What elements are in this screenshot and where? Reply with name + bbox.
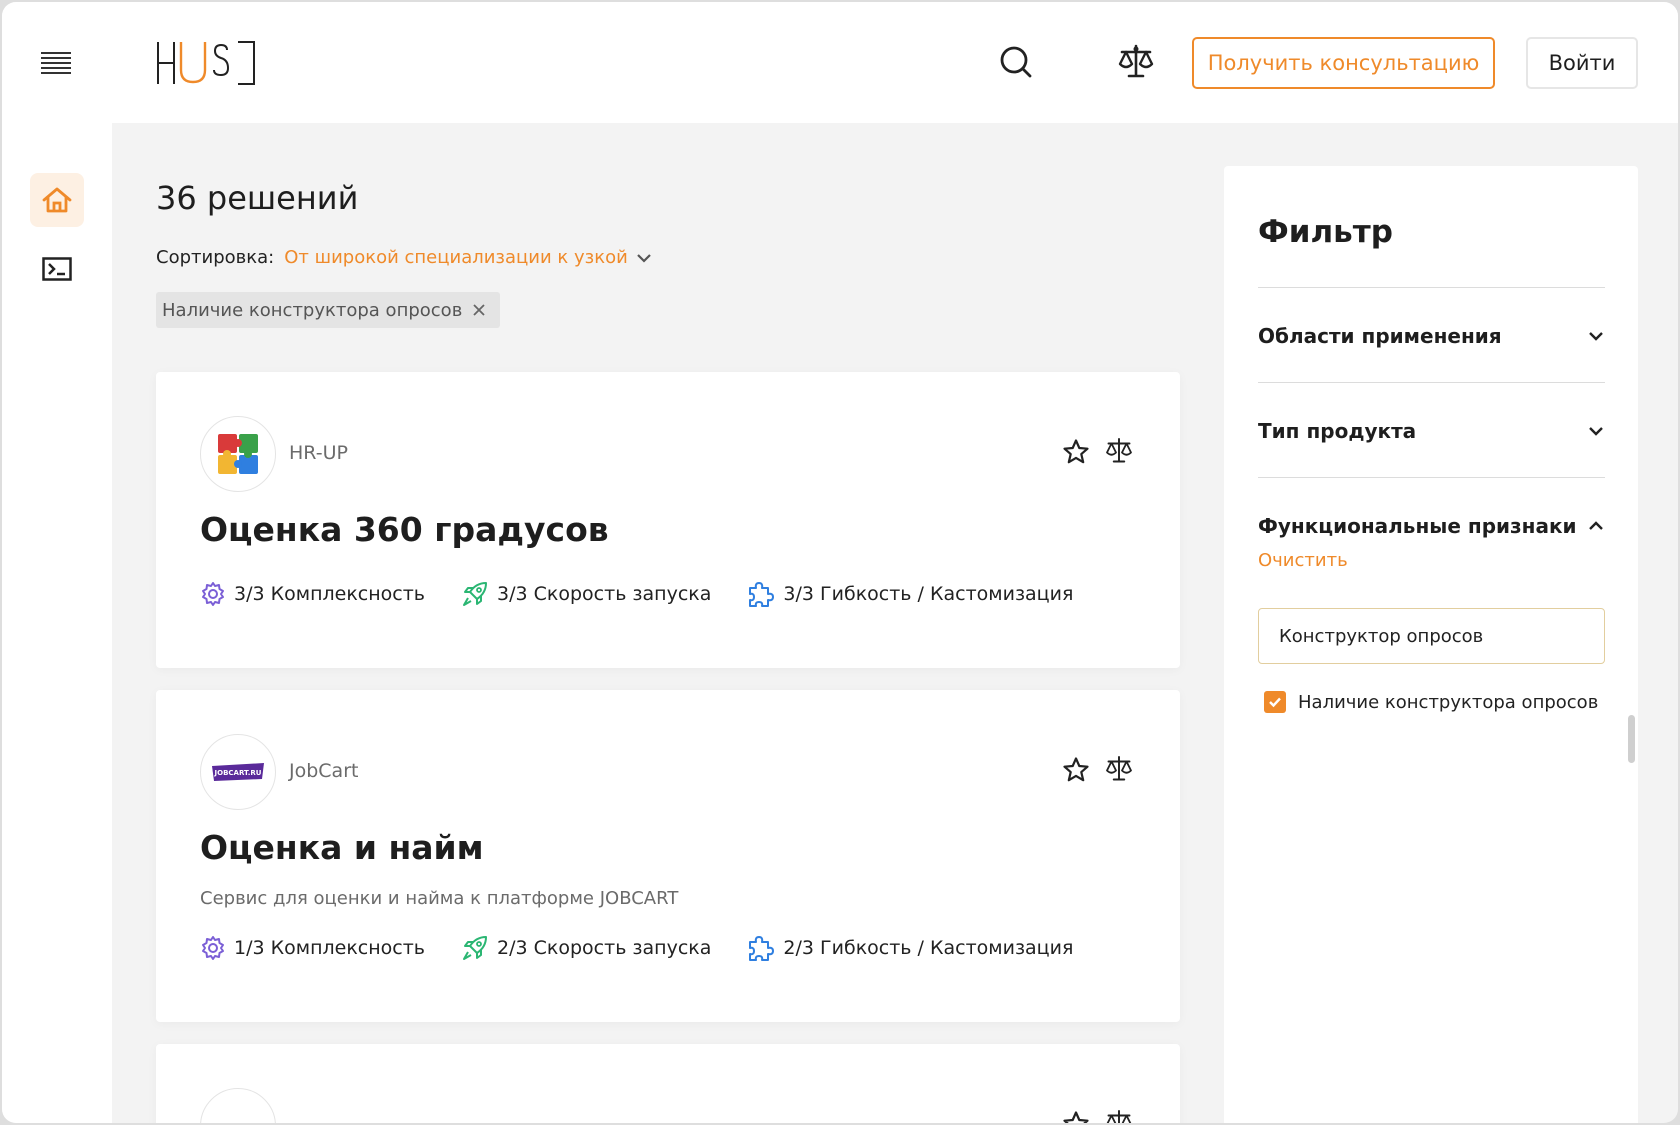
metric-text: 2/3 Гибкость / Кастомизация [783, 937, 1074, 959]
favorite-star-icon[interactable] [1062, 438, 1090, 466]
solution-card[interactable]: HR-UP Оценка 360 градусов 3/3 Комплексно… [156, 372, 1180, 668]
solution-title[interactable]: Оценка 360 градусов [200, 510, 609, 549]
solution-card[interactable]: JOBCART.RU JobCart Оценка и найм Сервис … [156, 690, 1180, 1022]
vendor-logo [200, 416, 276, 492]
rocket-icon [463, 936, 488, 960]
compare-scale-icon[interactable] [1104, 1108, 1134, 1123]
filter-section-functional-features[interactable]: Функциональные признаки [1258, 506, 1605, 546]
get-consultation-button[interactable]: Получить консультацию [1192, 37, 1495, 89]
metric-text: 3/3 Комплексность [234, 583, 426, 605]
metric-text: 1/3 Комплексность [234, 937, 426, 959]
filter-title: Фильтр [1258, 214, 1393, 250]
solution-card[interactable] [156, 1044, 1180, 1123]
feature-checkbox-label: Наличие конструктора опросов [1298, 691, 1599, 713]
filter-section-label: Тип продукта [1258, 419, 1417, 443]
svg-text:JOBCART.RU: JOBCART.RU [214, 769, 262, 777]
home-icon [42, 187, 72, 213]
rail-home-button[interactable] [30, 173, 84, 227]
vendor-logo: JOBCART.RU [200, 734, 276, 810]
metrics-row: 1/3 Комплексность 2/3 Скорость запуска 2… [200, 934, 1109, 962]
chip-label: Наличие конструктора опросов [162, 299, 463, 321]
puzzle-icon [749, 936, 775, 961]
filter-section-label: Области применения [1258, 324, 1502, 348]
terminal-icon [42, 257, 72, 281]
results-count-title: 36 решений [156, 179, 359, 217]
menu-icon[interactable] [41, 52, 71, 76]
gear-icon [202, 582, 224, 606]
metric-complexity: 3/3 Комплексность [200, 581, 425, 607]
chevron-down-icon[interactable] [636, 252, 652, 264]
puzzle-logo-icon [218, 434, 258, 474]
metric-flexibility: 3/3 Гибкость / Кастомизация [747, 580, 1073, 608]
feature-search-input[interactable] [1258, 608, 1605, 664]
puzzle-icon [749, 582, 775, 607]
compare-scale-icon[interactable] [1104, 436, 1134, 466]
metric-text: 3/3 Скорость запуска [497, 583, 712, 605]
metric-launch-speed: 3/3 Скорость запуска [461, 580, 711, 608]
top-header: Получить консультацию Войти [112, 2, 1678, 123]
solution-title[interactable]: Оценка и найм [200, 828, 484, 867]
filter-scrollbar-thumb[interactable] [1628, 715, 1635, 763]
metric-flexibility: 2/3 Гибкость / Кастомизация [747, 934, 1073, 962]
vendor-logo [200, 1088, 276, 1123]
filter-section-label: Функциональные признаки [1258, 514, 1577, 538]
metrics-row: 3/3 Комплексность 3/3 Скорость запуска 3… [200, 580, 1109, 608]
clear-filter-link[interactable]: Очистить [1258, 550, 1348, 571]
vendor-name: HR-UP [289, 442, 348, 464]
chip-remove-button[interactable] [472, 303, 486, 317]
vendor-name: JobCart [289, 760, 359, 782]
jobcart-logo: JOBCART.RU [212, 763, 264, 781]
left-rail [2, 2, 112, 1123]
close-icon [473, 304, 485, 316]
filter-section-product-type[interactable]: Тип продукта [1258, 411, 1605, 451]
check-icon [1269, 697, 1281, 708]
metric-text: 3/3 Гибкость / Кастомизация [783, 583, 1074, 605]
compare-scale-icon[interactable] [1116, 42, 1156, 82]
sort-dropdown[interactable]: От широкой специализации к узкой [284, 247, 628, 268]
compare-scale-icon[interactable] [1104, 754, 1134, 784]
login-button[interactable]: Войти [1526, 37, 1638, 89]
sort-control: Сортировка: От широкой специализации к у… [156, 247, 652, 268]
favorite-star-icon[interactable] [1062, 1110, 1090, 1123]
chevron-down-icon [1589, 427, 1603, 436]
favorite-star-icon[interactable] [1062, 756, 1090, 784]
sort-label: Сортировка: [156, 247, 275, 268]
filter-section-application-areas[interactable]: Области применения [1258, 316, 1605, 356]
metric-launch-speed: 2/3 Скорость запуска [461, 934, 711, 962]
brand-logo[interactable] [154, 38, 258, 86]
divider [1258, 477, 1605, 478]
metric-text: 2/3 Скорость запуска [497, 937, 712, 959]
feature-checkbox-row[interactable]: Наличие конструктора опросов [1264, 691, 1598, 713]
divider [1258, 287, 1605, 288]
metric-complexity: 1/3 Комплексность [200, 935, 425, 961]
solution-description: Сервис для оценки и найма к платформе JO… [200, 888, 679, 909]
chevron-up-icon [1589, 521, 1603, 530]
rail-terminal-button[interactable] [30, 242, 84, 296]
gear-icon [202, 936, 224, 960]
app-window: Получить консультацию Войти 36 решений С… [2, 2, 1678, 1123]
chevron-down-icon [1589, 332, 1603, 341]
rocket-icon [463, 582, 488, 606]
active-filter-chip: Наличие конструктора опросов [156, 292, 501, 328]
search-icon[interactable] [996, 42, 1036, 82]
divider [1258, 382, 1605, 383]
feature-checkbox[interactable] [1264, 691, 1286, 713]
filter-panel: Фильтр Области применения Тип продукта Ф… [1224, 166, 1638, 1123]
